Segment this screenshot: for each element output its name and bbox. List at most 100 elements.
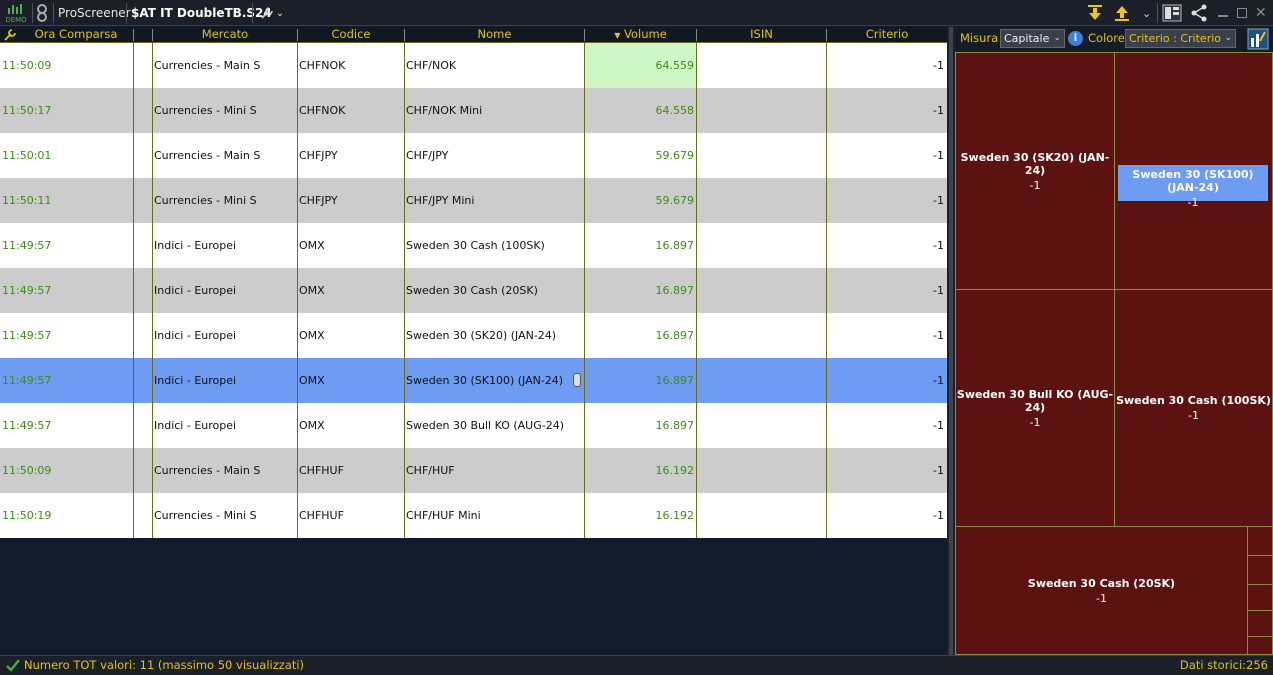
download-icon[interactable] <box>1087 0 1105 26</box>
status-bar: Numero TOT valori: 11 (massimo 50 visual… <box>0 655 1273 675</box>
colore-dropdown[interactable]: Criterio : Criterio ⌄ <box>1125 29 1236 48</box>
wrench-icon[interactable] <box>259 0 275 26</box>
colore-value: Criterio : Criterio <box>1129 32 1221 45</box>
cell-mercato: Currencies - Main S <box>154 59 261 72</box>
checkmark-icon <box>6 659 20 672</box>
cell-criterio: -1 <box>933 59 944 72</box>
tile-value: -1 <box>1096 591 1107 605</box>
close-icon[interactable]: ✕ <box>1255 0 1269 26</box>
colore-label: Colore <box>1088 31 1125 45</box>
cell-nome: CHF/HUF <box>406 464 455 477</box>
table-row[interactable]: 11:50:19 Currencies - Mini S CHFHUF CHF/HUF… <box>0 493 947 538</box>
cell-mercato: Currencies - Mini S <box>154 104 257 117</box>
table-row[interactable]: 11:50:09 Currencies - Main S CHFNOK CHF/NOK… <box>0 43 947 88</box>
table-row[interactable]: 11:49:57 Indici - Europei OMX Sweden 30 Bul… <box>0 403 947 448</box>
tile-value: -1 <box>1187 196 1199 209</box>
cell-nome: Sweden 30 Cash (100SK) <box>406 239 545 252</box>
cell-isin <box>697 313 826 358</box>
cell-ora-comparsa: 11:50:09 <box>2 59 52 72</box>
cell-codice: CHFHUF <box>299 464 344 477</box>
cell-nome: CHF/HUF Mini <box>406 509 481 522</box>
settings-wrench-icon[interactable] <box>0 27 20 43</box>
cell-volume: 16.192 <box>655 509 695 522</box>
table-row[interactable]: 11:50:01 Currencies - Main S CHFJPY CHF/JPY… <box>0 133 947 178</box>
tile-name: Sweden 30 Cash (20SK) <box>1027 576 1176 590</box>
treemap-tile[interactable]: Sweden 30 (SK20) (JAN-24) -1 <box>955 52 1115 290</box>
cell-isin <box>697 448 826 493</box>
cell-isin <box>697 358 826 403</box>
toolbar-chevron-down-icon[interactable]: ⌄ <box>1142 0 1151 26</box>
cell-criterio: -1 <box>933 284 944 297</box>
cell-volume: 16.897 <box>655 419 695 432</box>
table-row[interactable]: 11:49:57 Indici - Europei OMX Sweden 30 Cas… <box>0 223 947 268</box>
selected-tile-highlight: Sweden 30 (SK100) (JAN-24) -1 <box>1118 165 1268 209</box>
misura-dropdown[interactable]: Capitale ⌄ <box>1000 29 1065 48</box>
table-row[interactable]: 11:50:11 Currencies - Mini S CHFJPY CHF/JPY… <box>0 178 947 223</box>
cell-codice: CHFNOK <box>299 104 346 117</box>
treemap-panel: Misura Capitale ⌄ i Colore Criterio : Cr… <box>955 27 1273 655</box>
treemap-tile[interactable]: Sweden 30 Cash (100SK) -1 <box>1114 289 1273 527</box>
table-row[interactable]: 11:50:09 Currencies - Main S CHFHUF CHF/HUF… <box>0 448 947 493</box>
treemap-tile[interactable]: Sweden 30 Bull KO (AUG-24) -1 <box>955 289 1115 527</box>
upload-icon[interactable] <box>1114 0 1132 26</box>
cell-nome: Sweden 30 Cash (20SK) <box>406 284 538 297</box>
cell-codice: OMX <box>299 419 325 432</box>
cell-volume: 16.192 <box>655 464 695 477</box>
cell-ora-comparsa: 11:50:11 <box>2 194 52 207</box>
cell-mercato: Indici - Europei <box>154 329 237 342</box>
link-chain-icon[interactable] <box>573 373 581 387</box>
maximize-icon[interactable] <box>1237 0 1251 26</box>
cell-volume: 64.559 <box>655 59 695 72</box>
cell-ora-comparsa: 11:49:57 <box>2 239 52 252</box>
table-row[interactable]: 11:49:57 Indici - Europei OMX Sweden 30 (SK… <box>0 313 947 358</box>
treemap-tile-selected[interactable]: Sweden 30 (SK100) (JAN-24) -1 <box>1114 52 1273 290</box>
layout-toggle-icon[interactable] <box>1162 0 1184 26</box>
cell-mercato: Currencies - Mini S <box>154 509 257 522</box>
panel-splitter[interactable] <box>947 27 955 655</box>
cell-criterio: -1 <box>933 149 944 162</box>
app-name: ProScreener <box>58 6 131 20</box>
cell-ora-comparsa: 11:49:57 <box>2 284 52 297</box>
info-icon[interactable]: i <box>1068 31 1083 46</box>
header-criterio[interactable]: Criterio <box>827 27 947 43</box>
treemap-mini-tile[interactable] <box>1247 555 1273 585</box>
treemap-mini-tile[interactable] <box>1247 584 1273 611</box>
chevron-down-icon: ⌄ <box>275 7 285 19</box>
treemap-tile[interactable]: Sweden 30 Cash (20SK) -1 <box>955 526 1248 655</box>
cell-isin <box>697 493 826 538</box>
link-icon[interactable] <box>36 0 50 26</box>
table-row[interactable]: 11:49:57 Indici - Europei OMX Sweden 30 Cas… <box>0 268 947 313</box>
cell-isin <box>697 133 826 178</box>
cell-nome: CHF/NOK Mini <box>406 104 483 117</box>
header-nome[interactable]: Nome <box>405 27 584 43</box>
cell-isin <box>697 223 826 268</box>
header-codice[interactable]: Codice <box>298 27 404 43</box>
table-row[interactable]: 11:50:17 Currencies - Mini S CHFNOK CHF/NOK… <box>0 88 947 133</box>
cell-mercato: Indici - Europei <box>154 239 237 252</box>
tile-value: -1 <box>1029 415 1041 429</box>
share-icon[interactable] <box>1190 0 1210 26</box>
cell-mercato: Currencies - Mini S <box>154 194 257 207</box>
cell-criterio: -1 <box>933 419 944 432</box>
cell-criterio: -1 <box>933 329 944 342</box>
header-volume[interactable]: ▼ Volume <box>585 27 696 43</box>
treemap-controls: Misura Capitale ⌄ i Colore Criterio : Cr… <box>955 27 1273 52</box>
cell-criterio: -1 <box>933 194 944 207</box>
header-isin[interactable]: ISIN <box>697 27 826 43</box>
cell-ora-comparsa: 11:49:57 <box>2 374 52 387</box>
tile-value: -1 <box>1188 409 1199 422</box>
demo-chart-icon: DEMO <box>5 4 27 24</box>
header-ora-comparsa[interactable]: Ora Comparsa <box>20 27 132 43</box>
minimize-icon[interactable] <box>1218 0 1232 26</box>
header-mercato[interactable]: Mercato <box>153 27 297 43</box>
treemap-mini-tile[interactable] <box>1247 610 1273 637</box>
treemap-settings-icon[interactable] <box>1247 28 1269 50</box>
cell-codice: CHFNOK <box>299 59 346 72</box>
cell-nome: Sweden 30 Bull KO (AUG-24) <box>406 419 565 432</box>
screener-name: $AT IT DoubleTB.S24 <box>131 6 272 20</box>
table-row[interactable]: 11:49:57 Indici - Europei OMX Sweden 30 (SK… <box>0 358 947 403</box>
tile-value: -1 <box>1029 178 1041 192</box>
treemap-mini-tile[interactable] <box>1247 526 1273 556</box>
cell-criterio: -1 <box>933 374 944 387</box>
treemap-mini-tile[interactable] <box>1247 636 1273 655</box>
